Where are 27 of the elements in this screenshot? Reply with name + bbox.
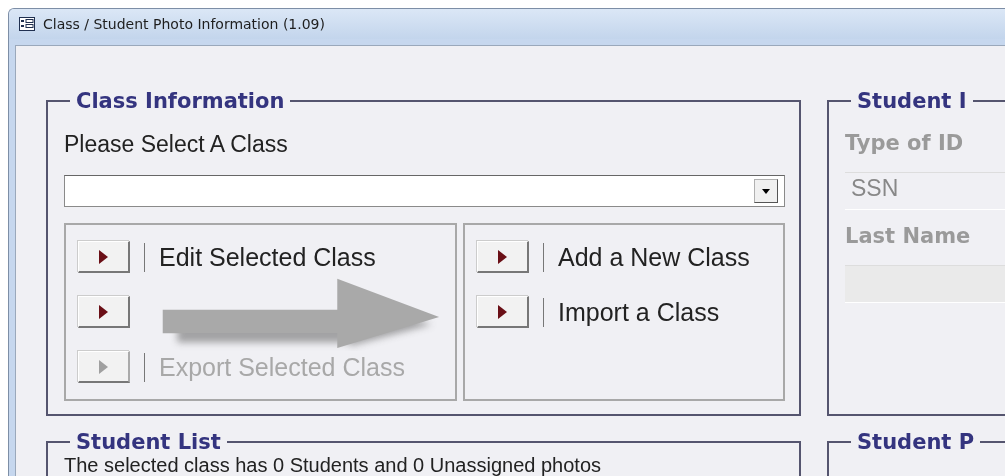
play-icon [99,359,108,374]
field-label: Last Name [845,224,972,248]
group-title: Student I [856,89,968,113]
field-label: Type of ID [845,131,965,155]
text-field[interactable]: SSN [845,172,1005,210]
group-title: Student List [75,430,222,454]
run-button[interactable] [477,296,529,328]
button-caption: Add a New Class [543,242,750,272]
play-icon [498,304,507,319]
button-caption: Edit Selected Class [144,242,376,272]
play-icon [99,249,108,264]
run-button[interactable] [78,296,130,328]
student-count-text: The selected class has 0 Students and 0 Unassigned photos [64,454,602,476]
window-title: Class / Student Photo Information (1.09) [43,16,325,32]
group-title: Student P [856,430,976,454]
run-button[interactable] [78,241,130,273]
form-icon [19,17,35,31]
class-dropdown[interactable] [64,175,785,207]
caret-icon [762,188,770,194]
field-label: Please Select A Class [64,131,289,158]
play-icon [498,249,507,264]
dropdown-button[interactable] [754,179,778,203]
play-icon [99,304,108,319]
run-button[interactable] [477,241,529,273]
group-title: Class Information [75,89,286,113]
button-caption: Export Selected Class [144,352,405,382]
button-caption: Import a Class [543,297,720,327]
